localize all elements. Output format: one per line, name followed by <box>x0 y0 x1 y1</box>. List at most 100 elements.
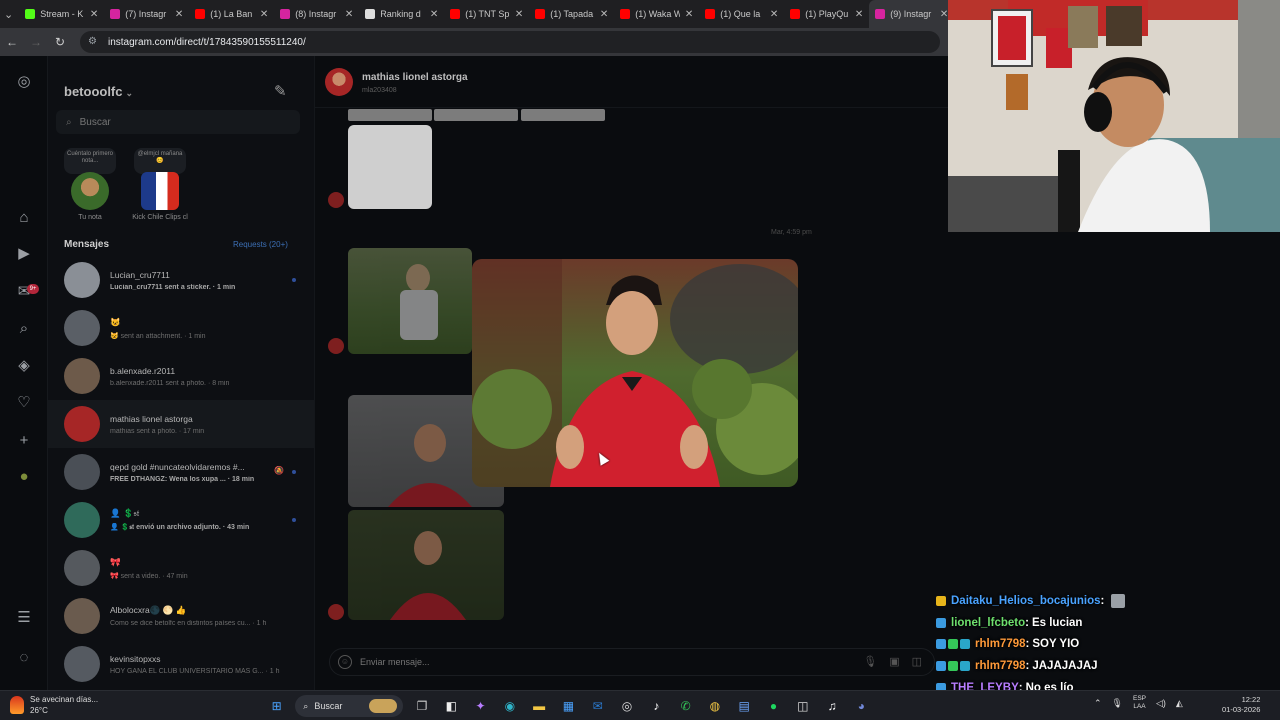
note-kick-chile[interactable]: @elmjcl mañana😊 Kick Chile Clips cl <box>130 148 190 221</box>
conversation-item[interactable]: qepd gold #nuncateolvidaremos #... FREE D… <box>48 448 314 496</box>
reload-icon[interactable]: ↻ <box>48 35 72 49</box>
create-icon[interactable]: + <box>14 431 34 451</box>
discord-icon[interactable]: ◕ <box>847 695 876 717</box>
close-icon[interactable]: ✕ <box>855 9 863 20</box>
browser-tab[interactable]: Ranking d ✕ <box>359 0 444 28</box>
microphone-icon[interactable]: 🎙 <box>1112 698 1123 709</box>
photo-content <box>400 264 438 340</box>
image-icon[interactable]: ▣ <box>889 655 899 668</box>
close-icon[interactable]: ✕ <box>515 9 523 20</box>
chrome-icon[interactable]: ◍ <box>700 695 729 717</box>
conversation-preview: FREE DTHANGZ: Wena los xupa ... · 18 min <box>110 475 255 483</box>
task-view-icon[interactable]: ❐ <box>407 695 436 717</box>
control-panel-icon[interactable]: ▤ <box>730 695 759 717</box>
microphone-icon[interactable]: 🎙 <box>863 655 877 668</box>
account-switcher[interactable]: betooolfc ⌄ <box>64 84 133 99</box>
conversation-item[interactable]: 👤 💲𝔰𝔱 👤 💲𝔰𝔱 envió un archivo adjunto. · 4… <box>48 496 314 544</box>
whatsapp-icon[interactable]: ✆ <box>671 695 700 717</box>
shared-media-thumbnail[interactable] <box>348 125 432 209</box>
widgets-icon[interactable]: ◧ <box>437 695 466 717</box>
language-indicator[interactable]: ESP LAA <box>1133 695 1146 711</box>
instagram-logo-icon[interactable]: ◎ <box>14 72 34 92</box>
conversation-name: 👤 💲𝔰𝔱 <box>110 508 140 518</box>
requests-link[interactable]: Requests (20+) <box>233 240 288 249</box>
back-icon[interactable]: ← <box>0 35 24 49</box>
chevron-up-icon[interactable]: ⌃ <box>1094 698 1102 709</box>
file-explorer-icon[interactable]: ▬ <box>524 695 553 717</box>
start-icon[interactable]: ⊞ <box>262 695 291 717</box>
browser-tab[interactable]: Stream - K ✕ <box>19 0 104 28</box>
conversation-item[interactable]: Lucian_cru7711 Lucian_cru7711 sent a stic… <box>48 256 314 304</box>
browser-tab[interactable]: (8) Instagr ✕ <box>274 0 359 28</box>
copilot-icon[interactable]: ✦ <box>466 695 495 717</box>
speaker-icon[interactable]: ◁) <box>1156 698 1166 709</box>
browser-tab[interactable]: (7) Instagr ✕ <box>104 0 189 28</box>
browser-tab[interactable]: (1) Que la ✕ <box>699 0 784 28</box>
windows-taskbar: Se avecinan días... 26°C ⊞ ⌕ Buscar ❐ ◧ ✦… <box>0 690 1280 720</box>
clock[interactable]: 12:22 01-03-2026 <box>1222 695 1260 715</box>
explore-icon[interactable]: ◈ <box>14 356 34 376</box>
close-icon[interactable]: ✕ <box>175 9 183 20</box>
browser-tab[interactable]: (1) Waka W ✕ <box>614 0 699 28</box>
close-icon[interactable]: ✕ <box>430 9 438 20</box>
network-icon[interactable]: ◭ <box>1176 698 1183 709</box>
profile-icon[interactable]: ● <box>14 467 34 487</box>
browser-tab[interactable]: (9) Instagr ✕ <box>869 0 955 28</box>
home-icon[interactable]: ⌂ <box>14 208 34 228</box>
conversation-item[interactable]: mathias lionel astorga mathias sent a pho… <box>48 400 314 448</box>
close-icon[interactable]: ✕ <box>260 9 268 20</box>
spotify-icon[interactable]: ● <box>759 695 788 717</box>
tab-search-icon[interactable]: ⌄ <box>4 5 13 23</box>
conversation-item[interactable]: 😺 😺 sent an attachment. · 1 min <box>48 304 314 352</box>
shared-media-thumbnail[interactable] <box>348 109 432 121</box>
note-own[interactable]: Cuéntalo primero nota... Tu nota <box>60 148 120 221</box>
tab-favicon-icon <box>705 9 716 19</box>
shared-media-thumbnail[interactable] <box>521 109 605 121</box>
close-icon[interactable]: ✕ <box>685 9 693 20</box>
outlook-icon[interactable]: ✉ <box>583 695 612 717</box>
conversation-item[interactable]: Albolocxra🌑 🌕 👍 Como se dice betolfc en d… <box>48 592 314 640</box>
search-input[interactable] <box>79 116 280 128</box>
close-icon[interactable]: ✕ <box>345 9 353 20</box>
avatar[interactable] <box>325 68 353 96</box>
browser-tab[interactable]: (1) TNT Sp ✕ <box>444 0 529 28</box>
conversation-item[interactable]: 🎀 🎀 sent a video. · 47 min <box>48 544 314 592</box>
new-message-icon[interactable]: ✎ <box>274 82 287 100</box>
note-bubble: Cuéntalo primero nota... <box>64 148 116 174</box>
browser-tab[interactable]: (1) PlayQu ✕ <box>784 0 869 28</box>
sticker-icon[interactable]: ◫ <box>912 655 922 668</box>
reels-icon[interactable]: ▶ <box>14 244 34 264</box>
tiktok-icon[interactable]: ♫ <box>817 695 846 717</box>
site-info-icon[interactable]: ⚙ <box>88 36 100 48</box>
app-icon[interactable]: ◫ <box>788 695 817 717</box>
more-menu-icon[interactable]: ☰ <box>14 608 34 628</box>
address-bar[interactable]: ⚙ instagram.com/direct/t/178435901555112… <box>80 31 940 53</box>
close-icon[interactable]: ✕ <box>90 9 98 20</box>
store-icon[interactable]: ▦ <box>554 695 583 717</box>
obs-icon[interactable]: ◎ <box>612 695 641 717</box>
threads-icon[interactable]: ◌ <box>14 648 34 668</box>
message-composer[interactable]: ☺ 🎙 ▣ ◫ <box>329 648 935 676</box>
photo-message[interactable] <box>348 510 504 620</box>
photo-message[interactable] <box>348 248 472 354</box>
conversation-item[interactable]: kevinsitopxxs HOY GANA EL CLUB UNIVERSITA… <box>48 640 314 688</box>
browser-tab[interactable]: (1) Tapada ✕ <box>529 0 614 28</box>
close-icon[interactable]: ✕ <box>600 9 608 20</box>
shared-media-thumbnail[interactable] <box>434 109 518 121</box>
close-icon[interactable]: ✕ <box>940 9 948 20</box>
close-icon[interactable]: ✕ <box>770 9 778 20</box>
weather-widget[interactable]: Se avecinan días... 26°C <box>10 694 98 716</box>
tiktok-live-icon[interactable]: ♪ <box>642 695 671 717</box>
search-box[interactable]: ⌕ <box>56 110 300 134</box>
photo-preview[interactable] <box>472 259 798 487</box>
chat-contact-name[interactable]: mathias lionel astorga <box>362 72 468 83</box>
forward-icon[interactable]: → <box>24 35 48 49</box>
conversation-item[interactable]: b.alenxade.r2011 b.alenxade.r2011 sent a … <box>48 352 314 400</box>
browser-tab[interactable]: (1) La Ban ✕ <box>189 0 274 28</box>
search-icon[interactable]: ⌕ <box>14 319 34 339</box>
edge-icon[interactable]: ◉ <box>495 695 524 717</box>
taskbar-search[interactable]: ⌕ Buscar <box>295 695 404 717</box>
emoji-icon[interactable]: ☺ <box>338 655 352 669</box>
message-input[interactable] <box>360 657 660 667</box>
notifications-heart-icon[interactable]: ♡ <box>14 393 34 413</box>
